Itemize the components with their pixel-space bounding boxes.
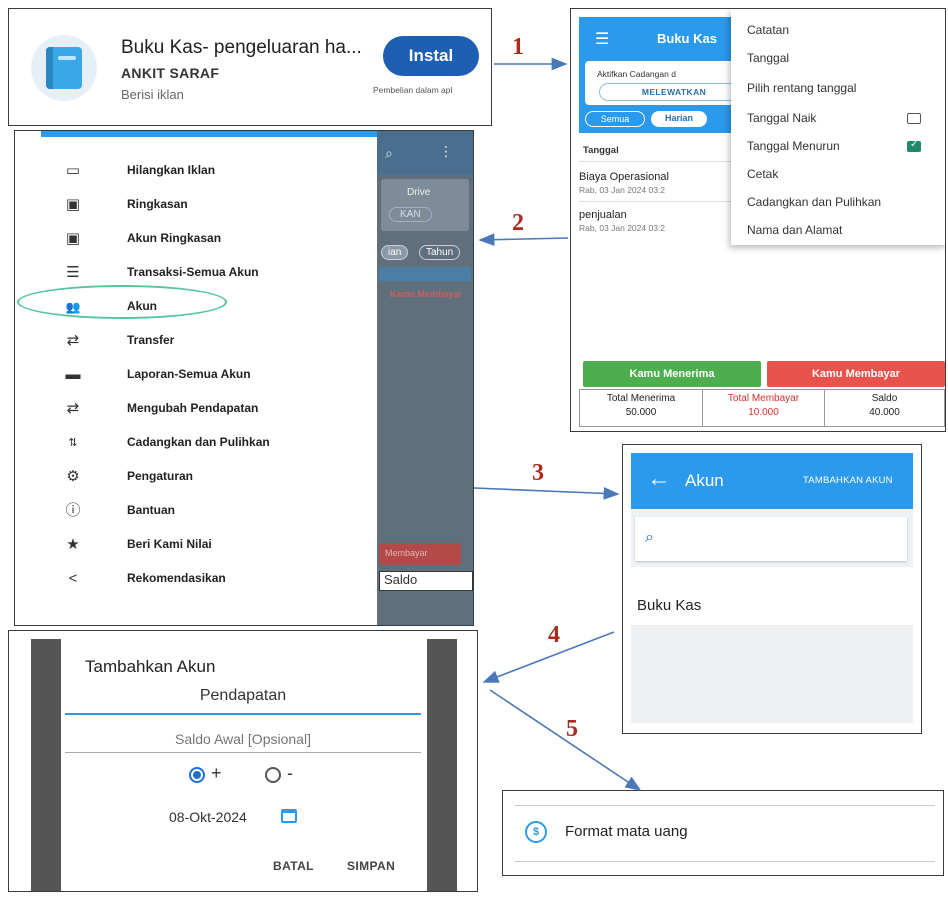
- arrow-5: [489, 689, 642, 791]
- step-number-1: 1: [512, 34, 524, 60]
- arrow-3: [473, 487, 620, 500]
- step-number-3: 3: [532, 460, 544, 486]
- step-number-5: 5: [566, 716, 578, 742]
- step-number-2: 2: [512, 210, 524, 236]
- arrow-2: [478, 233, 569, 247]
- flow-arrows: [473, 57, 642, 791]
- step-number-4: 4: [548, 622, 560, 648]
